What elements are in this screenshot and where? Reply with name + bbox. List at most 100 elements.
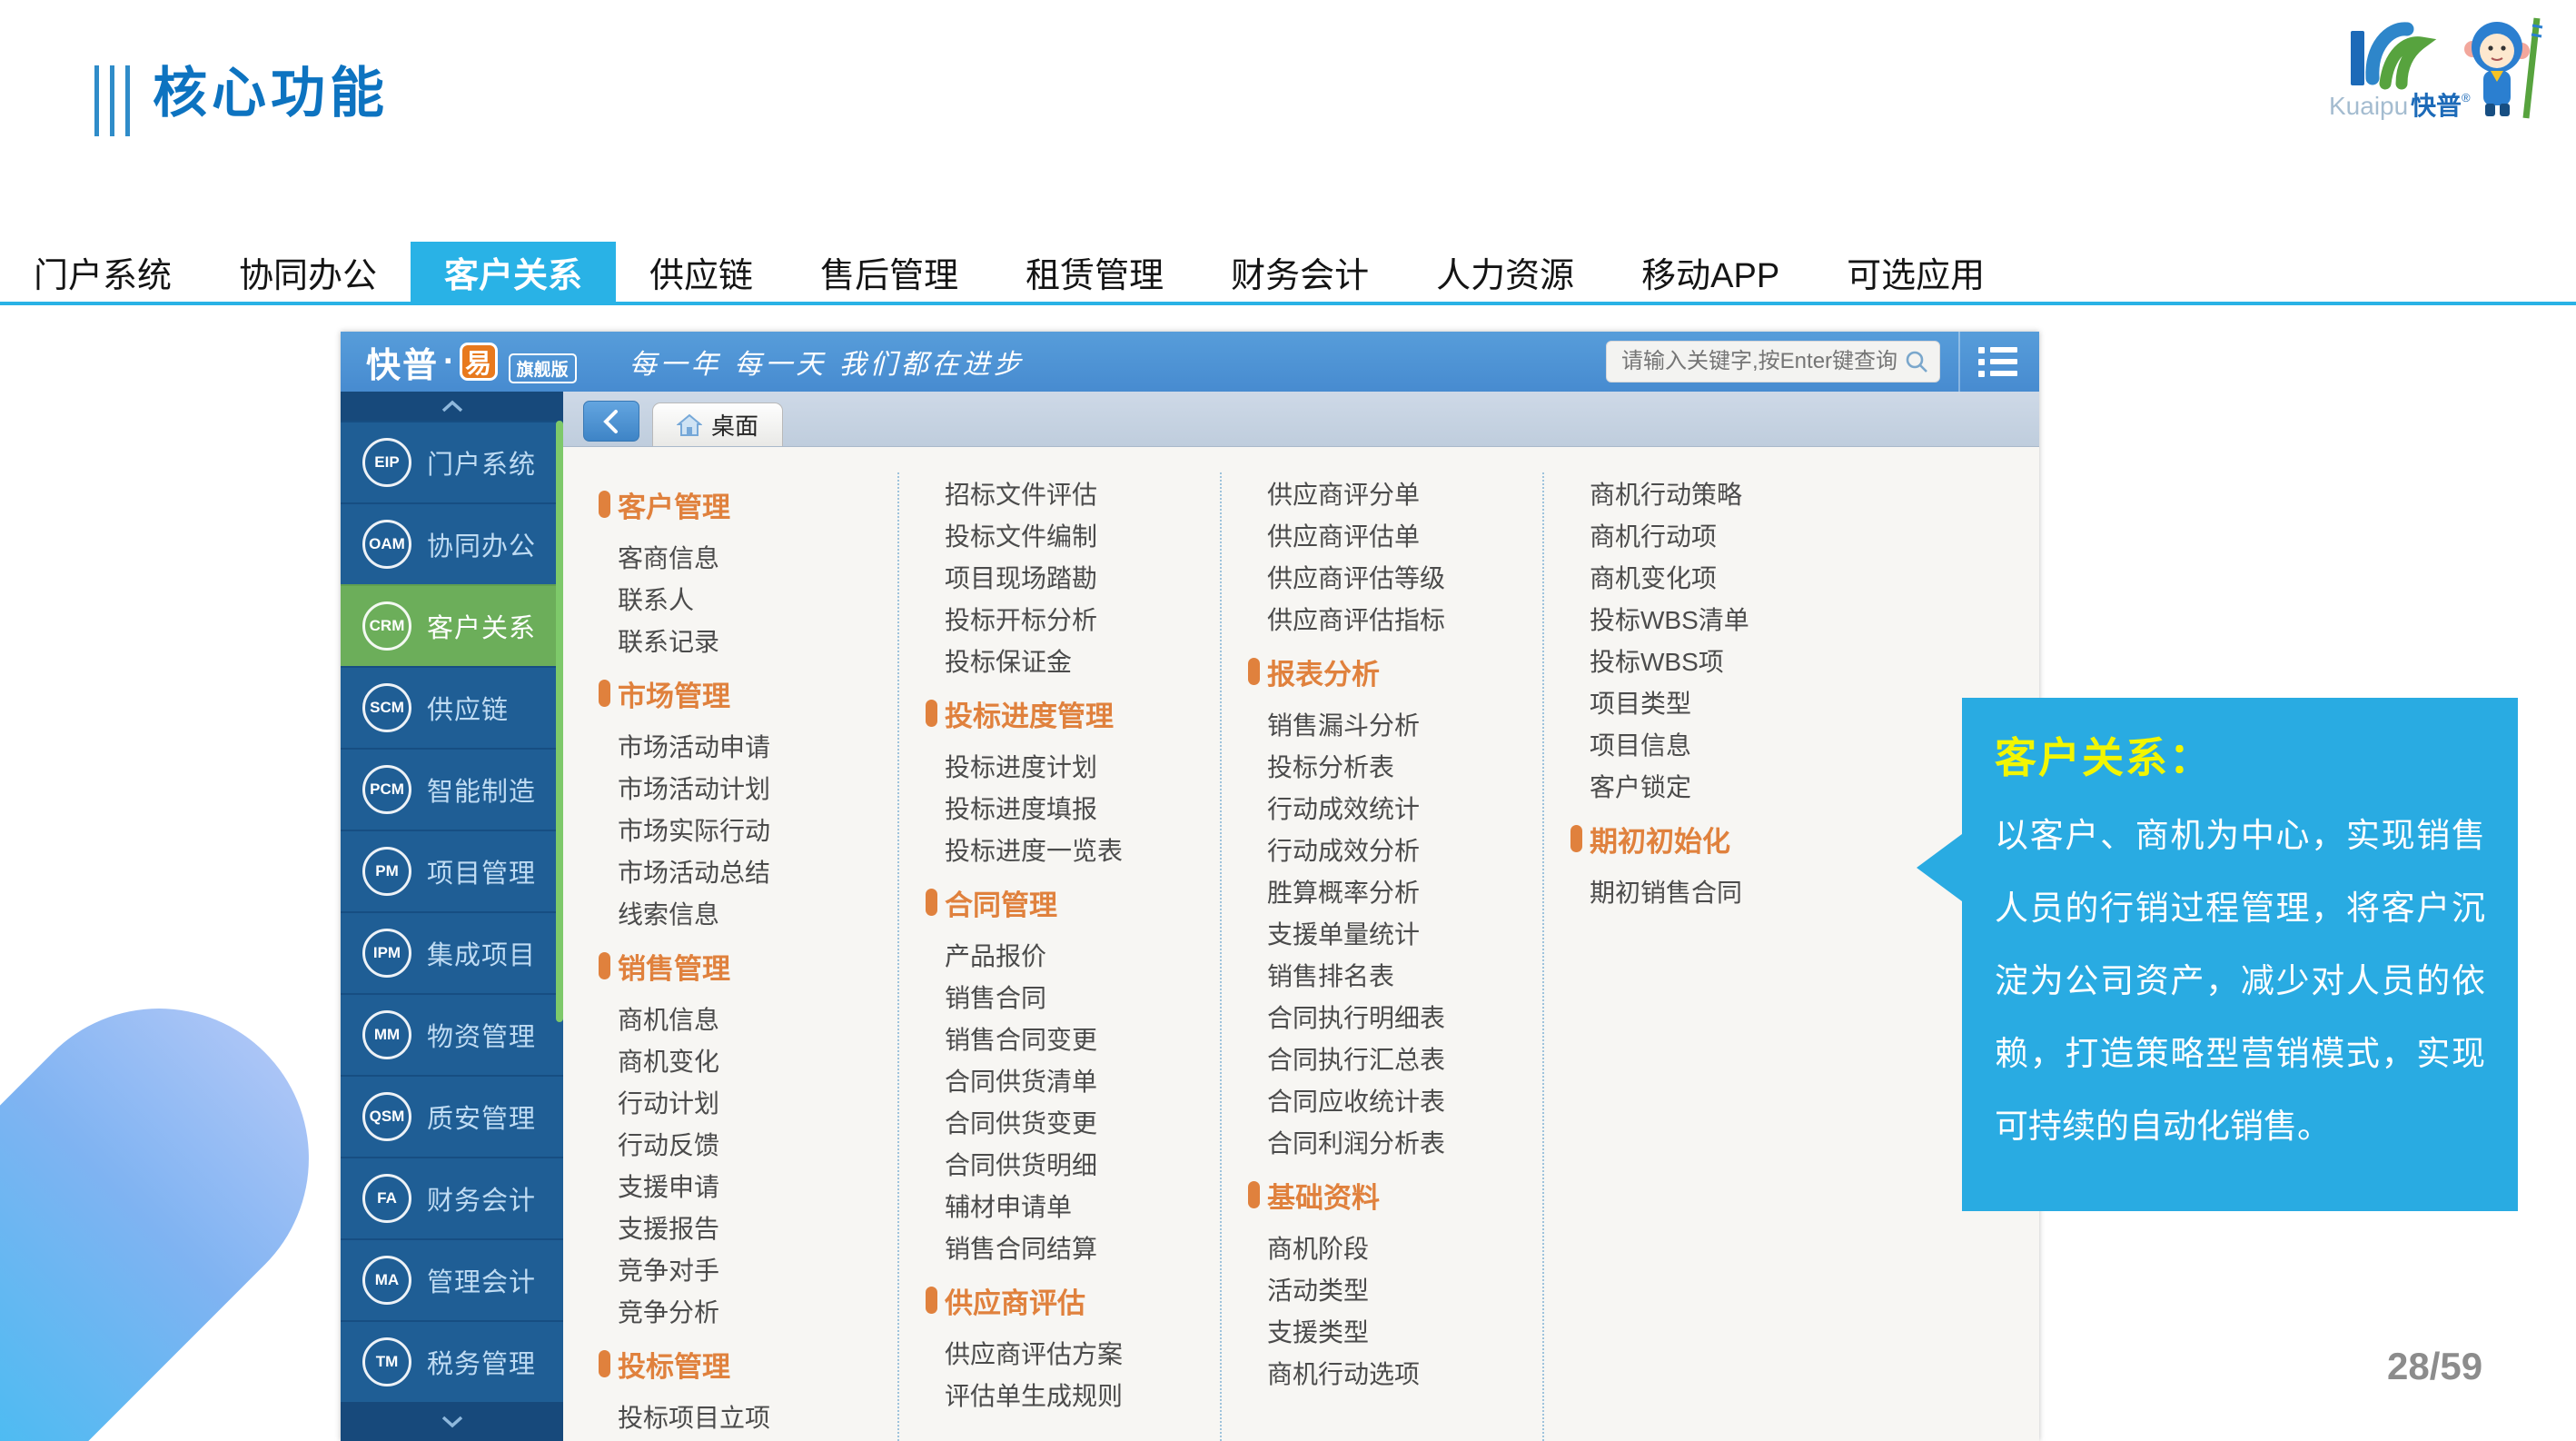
menu-item[interactable]: 行动计划 [618,1081,897,1123]
menu-item[interactable]: 项目信息 [1590,723,1865,765]
sidebar-item-scm[interactable]: SCM供应链 [341,666,563,748]
sidebar-item-crm[interactable]: CRM客户关系 [341,584,563,666]
search-input[interactable] [1620,348,1903,375]
sidebar-item-ipm[interactable]: IPM集成项目 [341,911,563,993]
menu-item[interactable]: 项目现场踏勘 [945,556,1220,598]
menu-item[interactable]: 评估单生成规则 [945,1374,1220,1416]
menu-item[interactable]: 商机变化项 [1590,556,1865,598]
menu-item[interactable]: 销售合同结算 [945,1227,1220,1268]
back-button[interactable] [583,401,639,442]
menu-item[interactable]: 产品报价 [945,934,1220,976]
menu-item[interactable]: 合同供货清单 [945,1059,1220,1101]
menu-item[interactable]: 线索信息 [618,892,897,934]
menu-item[interactable]: 销售排名表 [1267,954,1542,996]
menu-list-icon[interactable] [1978,347,2017,377]
menu-item[interactable]: 客户锁定 [1590,765,1865,807]
menu-item[interactable]: 行动成效分析 [1267,829,1542,870]
sidebar-item-ma[interactable]: MA管理会计 [341,1238,563,1320]
sidebar-item-label: 门户系统 [427,443,536,482]
menu-item[interactable]: 供应商评估指标 [1267,598,1542,640]
menu-item[interactable]: 商机变化 [618,1039,897,1081]
menu-item[interactable]: 供应商评分单 [1267,472,1542,514]
main-tab-2[interactable]: 协同办公 [205,242,411,302]
menu-item[interactable]: 市场实际行动 [618,809,897,850]
section-header-label: 基础资料 [1267,1175,1380,1216]
main-tab-4[interactable]: 供应链 [616,242,787,302]
menu-item[interactable]: 辅材申请单 [945,1185,1220,1227]
menu-item[interactable]: 合同供货变更 [945,1101,1220,1143]
menu-item[interactable]: 行动反馈 [618,1123,897,1165]
main-tab-3[interactable]: 客户关系 [411,242,616,302]
menu-item[interactable]: 投标WBS清单 [1590,598,1865,640]
menu-item[interactable]: 期初销售合同 [1590,870,1865,912]
menu-item[interactable]: 合同执行明细表 [1267,996,1542,1038]
sidebar-item-mm[interactable]: MM物资管理 [341,993,563,1075]
menu-item[interactable]: 胜算概率分析 [1267,870,1542,912]
menu-item[interactable]: 联系人 [618,578,897,620]
sidebar-item-qsm[interactable]: QSM质安管理 [341,1075,563,1157]
menu-item[interactable]: 投标开标分析 [945,598,1220,640]
menu-item[interactable]: 商机行动策略 [1590,472,1865,514]
menu-item[interactable]: 招标文件评估 [945,472,1220,514]
menu-item[interactable]: 客商信息 [618,536,897,578]
section-marker-icon [926,889,937,916]
main-tab-5[interactable]: 售后管理 [787,242,992,302]
main-tab-10[interactable]: 可选应用 [1813,242,2018,302]
menu-item[interactable]: 支援报告 [618,1207,897,1248]
menu-item[interactable]: 联系记录 [618,620,897,661]
menu-item[interactable]: 商机信息 [618,998,897,1039]
menu-item[interactable]: 投标进度一览表 [945,829,1220,870]
search-box[interactable] [1606,341,1940,383]
menu-item[interactable]: 市场活动申请 [618,725,897,767]
tab-desktop[interactable]: 桌面 [652,402,783,446]
menu-item[interactable]: 投标项目立项 [618,1396,897,1437]
search-icon[interactable] [1903,348,1930,375]
menu-item[interactable]: 合同供货明细 [945,1143,1220,1185]
menu-item[interactable]: 合同执行汇总表 [1267,1038,1542,1079]
menu-item[interactable]: 商机阶段 [1267,1227,1542,1268]
sidebar-item-eip[interactable]: EIP门户系统 [341,421,563,502]
menu-item[interactable]: 支援申请 [618,1165,897,1207]
menu-item[interactable]: 销售合同 [945,976,1220,1018]
menu-item[interactable]: 合同应收统计表 [1267,1079,1542,1121]
menu-item[interactable]: 供应商评估方案 [945,1332,1220,1374]
main-tab-8[interactable]: 人力资源 [1402,242,1608,302]
menu-item[interactable]: 销售合同变更 [945,1018,1220,1059]
sidebar-item-pm[interactable]: PM项目管理 [341,830,563,911]
main-tab-6[interactable]: 租赁管理 [992,242,1197,302]
sidebar-scrollbar[interactable] [556,421,563,1022]
menu-item[interactable]: 支援单量统计 [1267,912,1542,954]
sidebar-item-tm[interactable]: TM税务管理 [341,1320,563,1402]
menu-item[interactable]: 投标进度填报 [945,787,1220,829]
menu-item[interactable]: 支援类型 [1267,1310,1542,1352]
menu-item[interactable]: 行动成效统计 [1267,787,1542,829]
menu-item[interactable]: 项目类型 [1590,681,1865,723]
sidebar-item-oam[interactable]: OAM协同办公 [341,502,563,584]
menu-item[interactable]: 投标WBS项 [1590,640,1865,681]
menu-item[interactable]: 供应商评估等级 [1267,556,1542,598]
sidebar-item-fa[interactable]: FA财务会计 [341,1157,563,1238]
main-tab-1[interactable]: 门户系统 [0,242,205,302]
menu-item[interactable]: 竞争分析 [618,1290,897,1332]
menu-item[interactable]: 销售漏斗分析 [1267,703,1542,745]
menu-item[interactable]: 竞争对手 [618,1248,897,1290]
section-header-label: 市场管理 [618,673,730,714]
menu-item[interactable]: 合同利润分析表 [1267,1121,1542,1163]
main-tab-9[interactable]: 移动APP [1608,242,1813,302]
menu-item[interactable]: 活动类型 [1267,1268,1542,1310]
menu-item[interactable]: 商机行动项 [1590,514,1865,556]
menu-section-header: 销售管理 [618,945,897,987]
sidebar-scroll-down[interactable] [341,1402,563,1441]
menu-item[interactable]: 投标保证金 [945,640,1220,681]
sidebar-item-pcm[interactable]: PCM智能制造 [341,748,563,830]
menu-item[interactable]: 供应商评估单 [1267,514,1542,556]
menu-item[interactable]: 投标文件编制 [945,514,1220,556]
main-tab-7[interactable]: 财务会计 [1197,242,1402,302]
menu-item[interactable]: 投标分析表 [1267,745,1542,787]
sidebar-scroll-up[interactable] [341,392,563,421]
menu-item[interactable]: 投标进度计划 [945,745,1220,787]
menu-item[interactable]: 商机行动选项 [1267,1352,1542,1394]
section-marker-icon [599,1350,610,1377]
menu-item[interactable]: 市场活动总结 [618,850,897,892]
menu-item[interactable]: 市场活动计划 [618,767,897,809]
